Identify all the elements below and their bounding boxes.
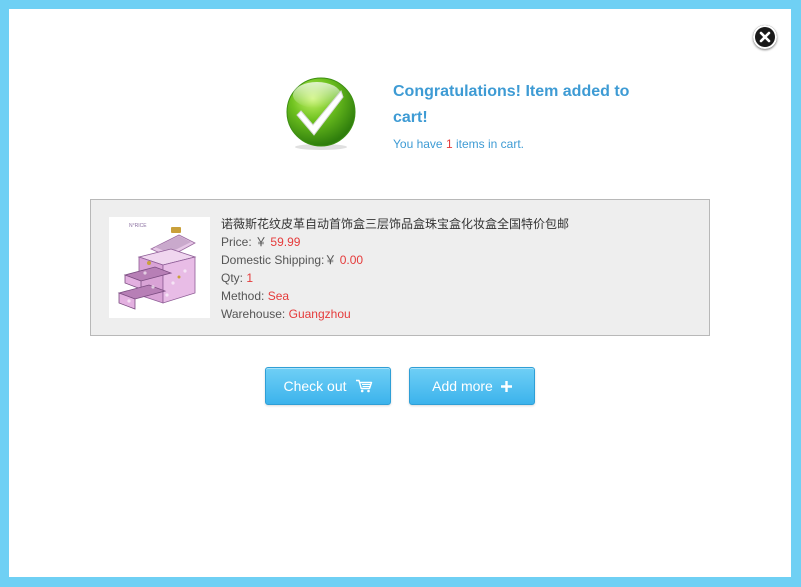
shipping-label: Domestic Shipping: xyxy=(221,253,325,267)
shipping-currency: ￥ xyxy=(324,253,337,267)
method-value: Sea xyxy=(267,289,290,303)
thumb-brand: N°RICE xyxy=(129,223,147,229)
cart-count-text: You have 1 items in cart. xyxy=(393,137,633,151)
price-currency: ￥ xyxy=(255,235,268,249)
warehouse-value: Guangzhou xyxy=(288,307,351,321)
checkmark-icon xyxy=(286,77,356,150)
checkout-button[interactable]: Check out xyxy=(265,367,391,405)
added-item-panel: N°RICE 诺薇斯花纹皮革自动首饰盒三层饰品盒珠宝盒化妆盒全国特价包邮 Pri… xyxy=(90,199,710,336)
close-button[interactable] xyxy=(753,25,777,49)
cart-dialog: Congratulations! Item added to cart! You… xyxy=(9,9,791,577)
shipping-row: Domestic Shipping:￥ 0.00 xyxy=(221,251,569,269)
success-message: Congratulations! Item added to cart! You… xyxy=(393,79,633,151)
product-thumbnail[interactable]: N°RICE xyxy=(109,217,210,318)
qty-row: Qty: 1 xyxy=(221,269,569,287)
item-details: 诺薇斯花纹皮革自动首饰盒三层饰品盒珠宝盒化妆盒全国特价包邮 Price: ￥ 5… xyxy=(221,215,569,323)
checkout-label: Check out xyxy=(283,378,347,394)
close-icon xyxy=(759,31,771,43)
plus-icon xyxy=(500,380,512,392)
shipping-value: 0.00 xyxy=(339,253,364,267)
warehouse-row: Warehouse: Guangzhou xyxy=(221,305,569,323)
method-label: Method: xyxy=(221,289,265,303)
qty-label: Qty: xyxy=(221,271,244,285)
method-row: Method: Sea xyxy=(221,287,569,305)
qty-value: 1 xyxy=(246,271,254,285)
add-more-button[interactable]: Add more xyxy=(409,367,535,405)
cart-count-value: 1 xyxy=(445,137,453,151)
cart-icon xyxy=(355,379,372,393)
add-more-label: Add more xyxy=(432,378,493,394)
cart-count-suffix: items in cart. xyxy=(455,137,524,151)
warehouse-label: Warehouse: xyxy=(221,307,286,321)
price-row: Price: ￥ 59.99 xyxy=(221,233,569,251)
cart-count-prefix: You have xyxy=(393,137,443,151)
price-value: 59.99 xyxy=(270,235,301,249)
success-title: Congratulations! Item added to cart! xyxy=(393,83,630,126)
price-label: Price: xyxy=(221,235,252,249)
item-name[interactable]: 诺薇斯花纹皮革自动首饰盒三层饰品盒珠宝盒化妆盒全国特价包邮 xyxy=(221,215,569,233)
